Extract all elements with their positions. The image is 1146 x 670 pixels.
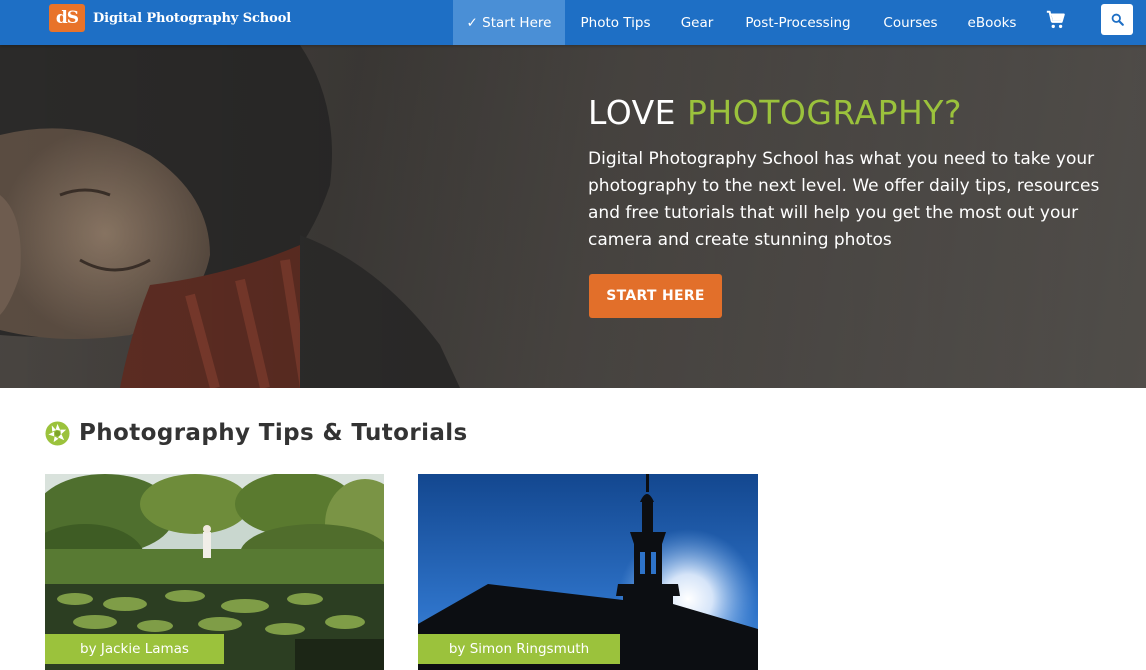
search-button[interactable] <box>1101 4 1133 35</box>
article-card[interactable]: by Simon Ringsmuth <box>418 474 758 670</box>
nav-courses[interactable]: Courses <box>868 0 953 45</box>
nav-gear[interactable]: Gear <box>666 0 728 45</box>
article-author[interactable]: by Jackie Lamas <box>45 634 224 664</box>
shopping-cart-icon[interactable] <box>1045 9 1067 31</box>
top-navbar: dS Digital Photography School ✓ Start He… <box>0 0 1146 45</box>
site-logo[interactable]: dS Digital Photography School <box>49 4 291 32</box>
nav-photo-tips[interactable]: Photo Tips <box>565 0 666 45</box>
search-icon <box>1111 13 1124 26</box>
main-menu: ✓ Start Here Photo Tips Gear Post-Proces… <box>453 0 1031 45</box>
nav-start-here[interactable]: ✓ Start Here <box>453 0 565 45</box>
article-card[interactable]: by Jackie Lamas <box>45 474 384 670</box>
logo-text: Digital Photography School <box>93 10 292 26</box>
section-title: Photography Tips & Tutorials <box>79 420 468 446</box>
nav-ebooks[interactable]: eBooks <box>953 0 1031 45</box>
nav-post-processing[interactable]: Post-Processing <box>728 0 868 45</box>
hero-title-accent: PHOTOGRAPHY? <box>687 93 962 132</box>
logo-mark: dS <box>49 4 85 32</box>
article-author[interactable]: by Simon Ringsmuth <box>418 634 620 664</box>
hero-banner: LOVE PHOTOGRAPHY? Digital Photography Sc… <box>0 45 1146 388</box>
hero-title: LOVE PHOTOGRAPHY? <box>588 93 962 132</box>
section-heading: Photography Tips & Tutorials <box>45 420 468 446</box>
aperture-icon <box>45 420 70 446</box>
hero-title-plain: LOVE <box>588 93 688 132</box>
start-here-button[interactable]: START HERE <box>589 274 722 318</box>
hero-description: Digital Photography School has what you … <box>588 149 1100 250</box>
